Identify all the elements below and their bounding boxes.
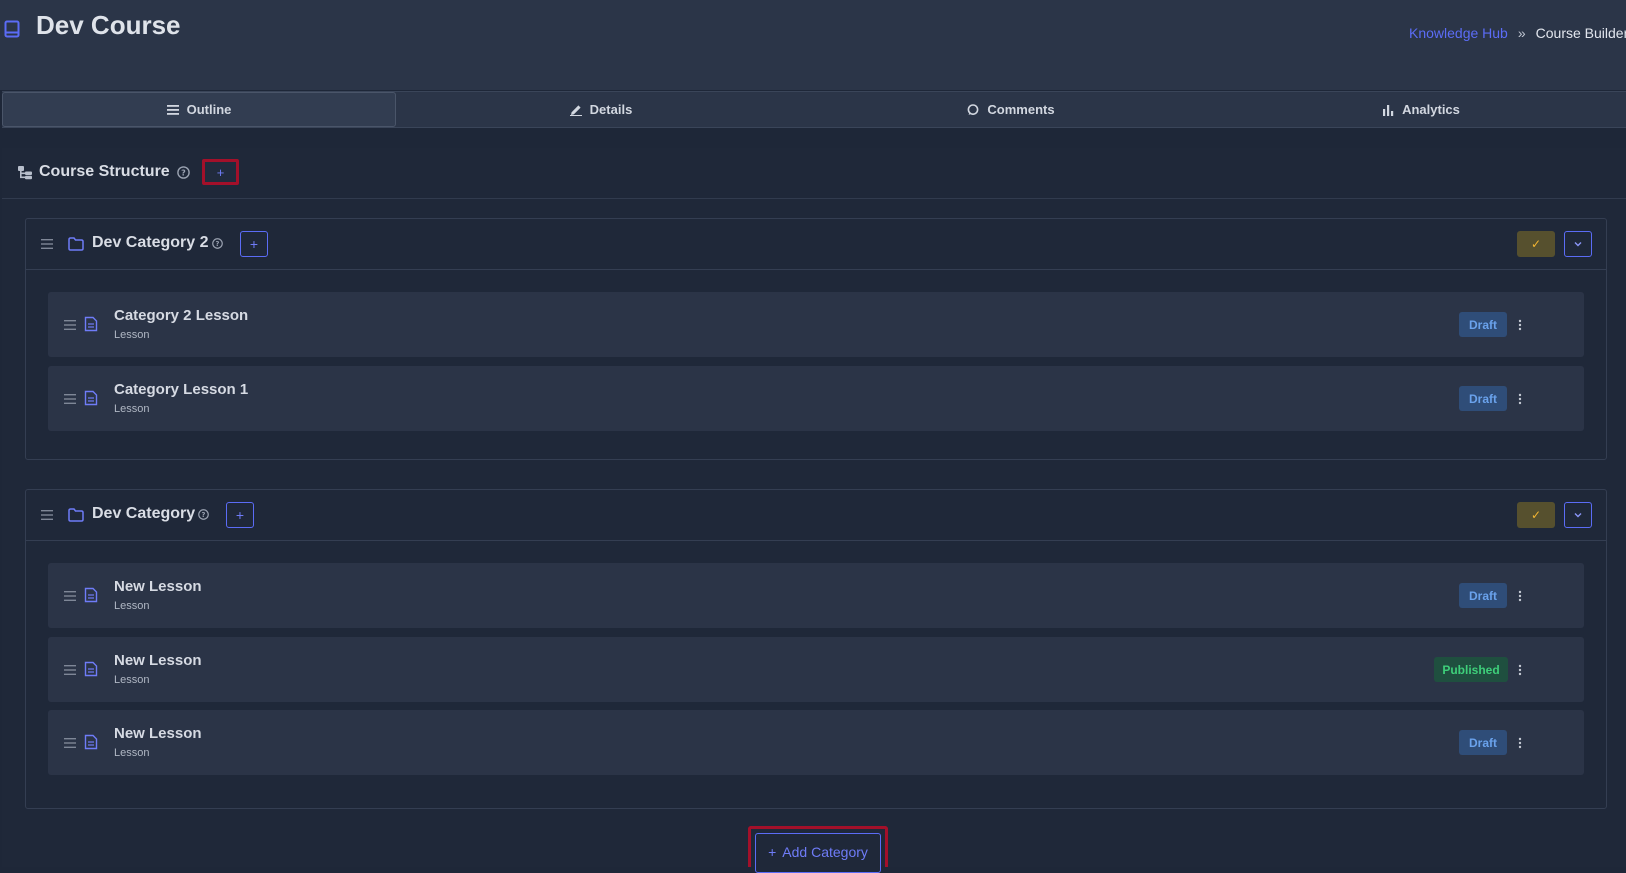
breadcrumb-current: Course Builder xyxy=(1535,25,1626,41)
book-icon xyxy=(4,20,20,38)
folder-icon xyxy=(68,237,84,251)
help-icon[interactable]: ? xyxy=(177,166,190,179)
more-options-icon[interactable] xyxy=(1512,661,1528,679)
document-icon xyxy=(84,316,98,332)
lesson-type: Lesson xyxy=(114,747,150,759)
status-badge: Draft xyxy=(1459,583,1507,608)
more-options-icon[interactable] xyxy=(1512,587,1528,605)
plus-icon: + xyxy=(768,844,777,860)
chevron-down-icon xyxy=(1574,242,1582,247)
category-header: Dev Category ? + ✓ xyxy=(26,490,1606,541)
lesson-title: Category 2 Lesson xyxy=(114,307,249,324)
breadcrumb-separator: » xyxy=(1517,25,1526,41)
tab-outline[interactable]: Outline xyxy=(2,92,396,127)
document-icon xyxy=(84,390,98,406)
lesson-item[interactable]: Category 2 Lesson Lesson Draft xyxy=(48,292,1584,357)
page-header: Dev Course Knowledge Hub » Course Builde… xyxy=(0,0,1626,90)
category-card-dev-category: Dev Category ? + ✓ New Lesson Lesson Dra… xyxy=(25,489,1607,809)
svg-text:?: ? xyxy=(216,240,220,248)
more-options-icon[interactable] xyxy=(1512,390,1528,408)
lesson-item[interactable]: New Lesson Lesson Draft xyxy=(48,710,1584,775)
lesson-item[interactable]: Category Lesson 1 Lesson Draft xyxy=(48,366,1584,431)
tab-label: Details xyxy=(589,102,633,117)
collapse-button[interactable] xyxy=(1564,502,1592,528)
category-title: Dev Category xyxy=(92,505,196,522)
status-badge: Draft xyxy=(1459,730,1507,755)
comment-icon xyxy=(968,103,979,115)
sitemap-icon xyxy=(18,166,32,180)
chevron-down-icon xyxy=(1574,513,1582,518)
add-lesson-button[interactable]: + xyxy=(226,502,254,528)
pencil-icon xyxy=(569,104,582,116)
tab-details[interactable]: Details xyxy=(396,92,806,127)
collapse-button[interactable] xyxy=(1564,231,1592,257)
bar-chart-icon xyxy=(1383,104,1394,116)
approve-button[interactable]: ✓ xyxy=(1517,502,1555,528)
course-structure-header: Course Structure ? + xyxy=(2,148,1626,199)
approve-button[interactable]: ✓ xyxy=(1517,231,1555,257)
tab-bar: Outline Details Comments Analytics xyxy=(2,91,1626,128)
drag-handle-icon[interactable] xyxy=(41,510,53,520)
lesson-title: Category Lesson 1 xyxy=(114,381,249,398)
drag-handle-icon[interactable] xyxy=(64,591,76,601)
breadcrumb: Knowledge Hub » Course Builder xyxy=(1409,25,1626,41)
add-lesson-button[interactable]: + xyxy=(240,231,268,257)
tab-analytics[interactable]: Analytics xyxy=(1216,92,1626,127)
lesson-item[interactable]: New Lesson Lesson Draft xyxy=(48,563,1584,628)
drag-handle-icon[interactable] xyxy=(64,320,76,330)
status-badge: Draft xyxy=(1459,312,1507,337)
add-category-label: Add Category xyxy=(782,844,868,860)
svg-text:?: ? xyxy=(181,168,186,177)
drag-handle-icon[interactable] xyxy=(64,665,76,675)
breadcrumb-link-knowledge-hub[interactable]: Knowledge Hub xyxy=(1409,25,1508,41)
lesson-type: Lesson xyxy=(114,674,150,686)
status-badge: Draft xyxy=(1459,386,1507,411)
drag-handle-icon[interactable] xyxy=(41,239,53,249)
lesson-title: New Lesson xyxy=(114,725,202,742)
drag-handle-icon[interactable] xyxy=(64,738,76,748)
lesson-title: New Lesson xyxy=(114,652,202,669)
lesson-type: Lesson xyxy=(114,600,150,612)
folder-icon xyxy=(68,508,84,522)
category-title: Dev Category 2 xyxy=(92,234,209,251)
category-card-dev-category-2: Dev Category 2 ? + ✓ Category 2 Lesson L… xyxy=(25,218,1607,460)
drag-handle-icon[interactable] xyxy=(64,394,76,404)
add-category-button[interactable]: + Add Category xyxy=(755,833,881,873)
svg-text:?: ? xyxy=(202,511,206,519)
category-header: Dev Category 2 ? + ✓ xyxy=(26,219,1606,270)
more-options-icon[interactable] xyxy=(1512,316,1528,334)
help-icon[interactable]: ? xyxy=(212,238,223,249)
lesson-title: New Lesson xyxy=(114,578,202,595)
tab-label: Analytics xyxy=(1402,102,1460,117)
add-category-top-button[interactable]: + xyxy=(202,159,239,185)
course-structure-title: Course Structure xyxy=(39,163,170,180)
tab-comments[interactable]: Comments xyxy=(806,92,1216,127)
page-title: Dev Course xyxy=(36,10,181,40)
document-icon xyxy=(84,587,98,603)
help-icon[interactable]: ? xyxy=(198,509,209,520)
more-options-icon[interactable] xyxy=(1512,734,1528,752)
tab-label: Comments xyxy=(987,102,1055,117)
lesson-item[interactable]: New Lesson Lesson Published xyxy=(48,637,1584,702)
add-category-highlight: + Add Category xyxy=(748,826,888,873)
lesson-type: Lesson xyxy=(114,329,150,341)
document-icon xyxy=(84,734,98,750)
document-icon xyxy=(84,661,98,677)
list-icon xyxy=(166,104,179,115)
status-badge: Published xyxy=(1434,657,1508,682)
tab-label: Outline xyxy=(186,102,232,117)
lesson-type: Lesson xyxy=(114,403,150,415)
